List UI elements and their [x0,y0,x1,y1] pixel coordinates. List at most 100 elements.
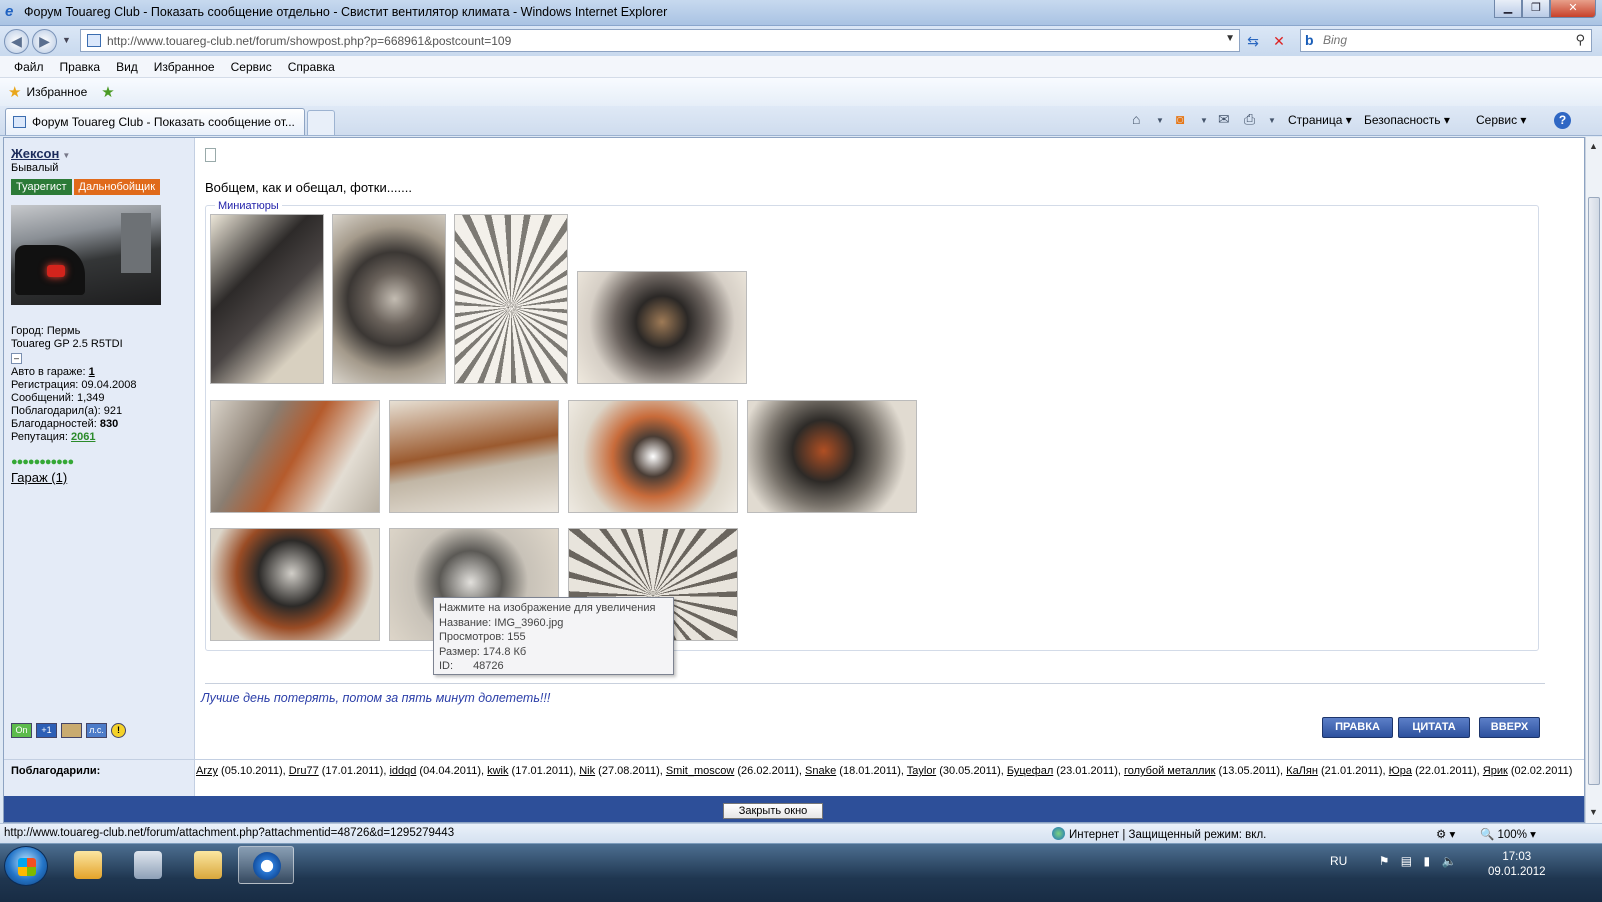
security-zone[interactable]: Интернет | Защищенный режим: вкл. [1052,827,1266,841]
private-message-icon[interactable]: л.с. [86,723,107,738]
zoom-level[interactable]: 🔍 100% ▾ [1480,827,1536,841]
taskbar-calculator[interactable] [120,846,176,884]
garage-link[interactable]: Гараж (1) [11,470,194,485]
thanks-user-link[interactable]: Ярик [1483,765,1508,777]
menu-help[interactable]: Справка [280,60,343,74]
menu-file[interactable]: Файл [6,60,52,74]
feeds-icon[interactable]: ◙ [1176,111,1184,127]
thanks-user-link[interactable]: Юра [1389,765,1412,777]
attachment-thumbnail[interactable] [747,400,917,513]
thanks-user-link[interactable]: Snake [805,765,836,777]
edit-button[interactable]: ПРАВКА [1322,717,1393,738]
taskbar-explorer[interactable] [180,846,236,884]
attachment-tooltip: Нажмите на изображение для увеличения На… [433,597,674,675]
add-to-favorites-bar-icon[interactable]: ★ [101,83,114,101]
network-status-icon[interactable]: ▤ [1401,854,1412,868]
attachment-thumbnail[interactable] [332,214,446,384]
search-input[interactable] [1323,33,1553,47]
address-dropdown-icon[interactable]: ▼ [1225,33,1235,44]
forward-button[interactable]: ▶ [32,29,57,54]
thanks-label: Благодарностей: [11,418,97,430]
start-button[interactable] [4,846,48,886]
reputation-value[interactable]: 2061 [71,431,95,443]
menu-tools[interactable]: Сервис [223,60,280,74]
refresh-icon[interactable]: ⇆ [1242,31,1264,51]
popup-blocker-icon[interactable]: ⚙ ▾ [1436,827,1455,841]
new-tab-button[interactable] [307,110,335,135]
maximize-button[interactable]: ❐ [1522,0,1550,18]
user-menu-dropdown-icon[interactable]: ▼ [62,151,70,160]
user-status-icons: On +1 л.с. ! [11,723,126,738]
safety-menu[interactable]: Безопасность ▾ [1364,113,1450,127]
address-bar[interactable]: ▼ [80,29,1240,52]
home-icon[interactable]: ⌂ [1132,111,1140,127]
attachment-thumbnail[interactable] [389,400,559,513]
scroll-thumb[interactable] [1588,197,1600,785]
thanks-user-link[interactable]: Smit_moscow [666,765,734,777]
scroll-up-icon[interactable]: ▲ [1589,141,1598,151]
thanks-user-link[interactable]: kwik [487,765,508,777]
user-reputation: Репутация: 2061 [11,431,194,444]
close-window-link[interactable]: Закрыть окно [723,803,823,819]
print-icon[interactable]: ⎙ [1244,111,1255,128]
vertical-scrollbar[interactable]: ▲ ▼ [1585,137,1602,823]
quote-button[interactable]: ЦИТАТА [1398,717,1470,738]
thanks-user-link[interactable]: Arzy [196,765,218,777]
search-icon[interactable]: ⚲ [1575,32,1585,48]
menu-view[interactable]: Вид [108,60,146,74]
page-menu[interactable]: Страница ▾ [1288,113,1352,127]
volume-icon[interactable]: 🔈 [1441,854,1456,868]
taskbar-outlook[interactable] [60,846,116,884]
reputation-label: Репутация: [11,431,68,443]
thanks-user-link[interactable]: Taylor [907,765,936,777]
print-dropdown-icon[interactable]: ▼ [1268,116,1276,125]
action-center-icon[interactable]: ⚑ [1379,854,1390,868]
thanks-user-link[interactable]: Nik [579,765,595,777]
home-dropdown-icon[interactable]: ▼ [1156,116,1164,125]
minimize-button[interactable]: ▁ [1494,0,1522,18]
language-indicator[interactable]: RU [1330,854,1347,868]
collapse-toggle-icon[interactable]: – [11,353,22,364]
close-window-button[interactable]: ✕ [1550,0,1596,18]
back-button[interactable]: ◀ [4,29,29,54]
signature-separator [205,683,1545,684]
thanks-user-link[interactable]: Буцефал [1007,765,1053,777]
report-icon[interactable]: ! [111,723,126,738]
tab-current[interactable]: Форум Touareg Club - Показать сообщение … [5,108,305,135]
stop-icon[interactable]: ✕ [1268,31,1290,51]
thanks-user-link[interactable]: Dru77 [289,765,319,777]
top-button[interactable]: ВВЕРХ [1479,717,1540,738]
attachment-thumbnail[interactable] [210,214,324,384]
badge-trucker: Дальнобойщик [73,179,161,195]
search-box[interactable]: b ⚲ [1300,29,1592,52]
plus-one-icon[interactable]: +1 [36,723,57,738]
menu-edit[interactable]: Правка [52,60,109,74]
thanks-user-link[interactable]: iddqd [389,765,416,777]
scroll-down-icon[interactable]: ▼ [1589,807,1598,817]
favorites-star-icon[interactable]: ★ [8,83,21,101]
address-input[interactable] [107,32,1187,50]
taskbar-internet-explorer[interactable] [238,846,294,884]
clock[interactable]: 17:03 09.01.2012 [1488,850,1546,880]
garage-autos-link[interactable]: 1 [89,366,95,378]
favorites-button[interactable]: Избранное [26,85,87,99]
attachment-thumbnail[interactable] [577,271,747,384]
feeds-dropdown-icon[interactable]: ▼ [1200,116,1208,125]
signal-icon[interactable]: ▮ [1423,854,1430,868]
reputation-dots-icon: ●●●●●●●●●●● [11,456,74,468]
attachment-thumbnail[interactable] [568,400,738,513]
help-icon[interactable]: ? [1554,112,1571,129]
thanks-user-link[interactable]: КаЛян [1286,765,1318,777]
attachment-thumbnail[interactable] [210,400,380,513]
username-link[interactable]: Жексон [11,146,59,161]
attachment-thumbnail[interactable] [210,528,380,641]
thanks-user-link[interactable]: голубой металлик [1124,765,1215,777]
history-dropdown-icon[interactable]: ▼ [62,35,71,45]
photo-icon[interactable] [61,723,82,738]
bing-logo-icon: b [1305,32,1314,48]
tools-menu[interactable]: Сервис ▾ [1476,113,1526,127]
mail-icon[interactable]: ✉ [1218,111,1230,128]
menu-favorites[interactable]: Избранное [146,60,223,74]
thanks-date: (05.10.2011), [218,765,289,777]
attachment-thumbnail[interactable] [454,214,568,384]
